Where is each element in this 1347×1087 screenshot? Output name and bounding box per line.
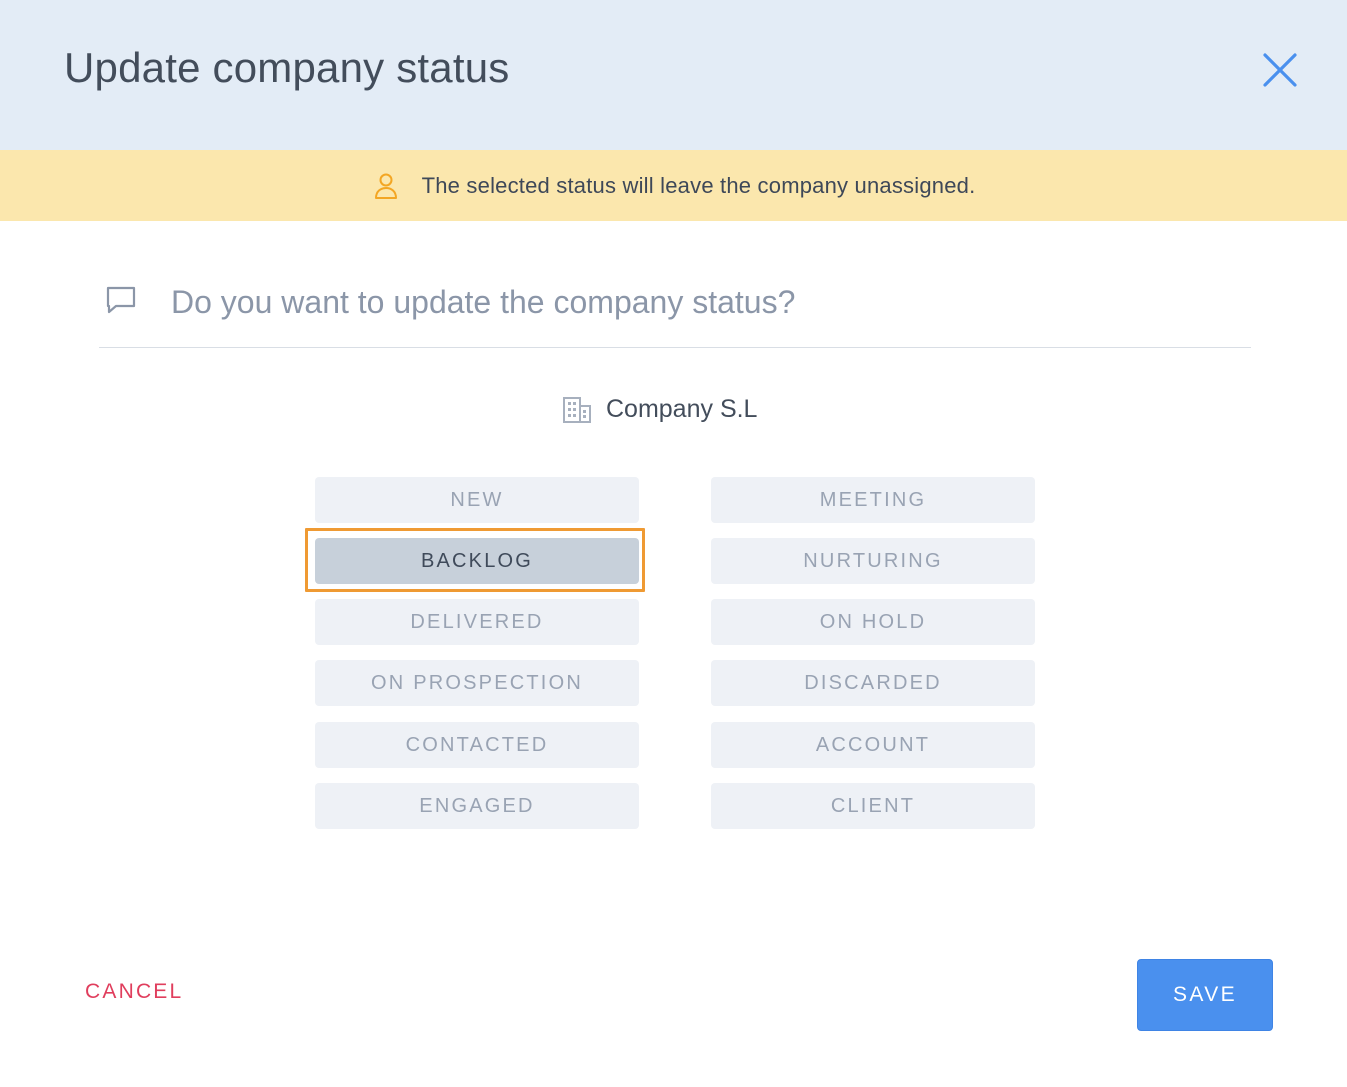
dialog-header: Update company status (0, 0, 1347, 150)
status-option-account[interactable]: ACCOUNT (711, 722, 1035, 768)
company-name: Company S.L (606, 394, 758, 423)
status-option-on-hold[interactable]: ON HOLD (711, 599, 1035, 645)
chat-bubble-icon (106, 286, 136, 314)
close-button[interactable] (1256, 46, 1304, 94)
status-option-delivered[interactable]: DELIVERED (315, 599, 639, 645)
status-option-meeting[interactable]: MEETING (711, 477, 1035, 523)
status-option-new[interactable]: NEW (315, 477, 639, 523)
save-button[interactable]: SAVE (1137, 959, 1273, 1031)
warning-text: The selected status will leave the compa… (421, 172, 976, 198)
dialog-title: Update company status (64, 44, 510, 91)
question-input[interactable] (171, 280, 1231, 324)
person-icon (372, 172, 400, 200)
question-field (99, 270, 1251, 348)
company-label: Company S.L (562, 392, 757, 426)
building-icon (563, 397, 591, 423)
cancel-button[interactable]: CANCEL (85, 980, 183, 1010)
status-option-discarded[interactable]: DISCARDED (711, 660, 1035, 706)
status-option-nurturing[interactable]: NURTURING (711, 538, 1035, 584)
status-option-client[interactable]: CLIENT (711, 783, 1035, 829)
status-option-engaged[interactable]: ENGAGED (315, 783, 639, 829)
status-option-contacted[interactable]: CONTACTED (315, 722, 639, 768)
status-option-backlog[interactable]: BACKLOG (315, 538, 639, 584)
close-icon (1263, 53, 1297, 87)
status-option-on-prospection[interactable]: ON PROSPECTION (315, 660, 639, 706)
warning-banner: The selected status will leave the compa… (0, 150, 1347, 221)
